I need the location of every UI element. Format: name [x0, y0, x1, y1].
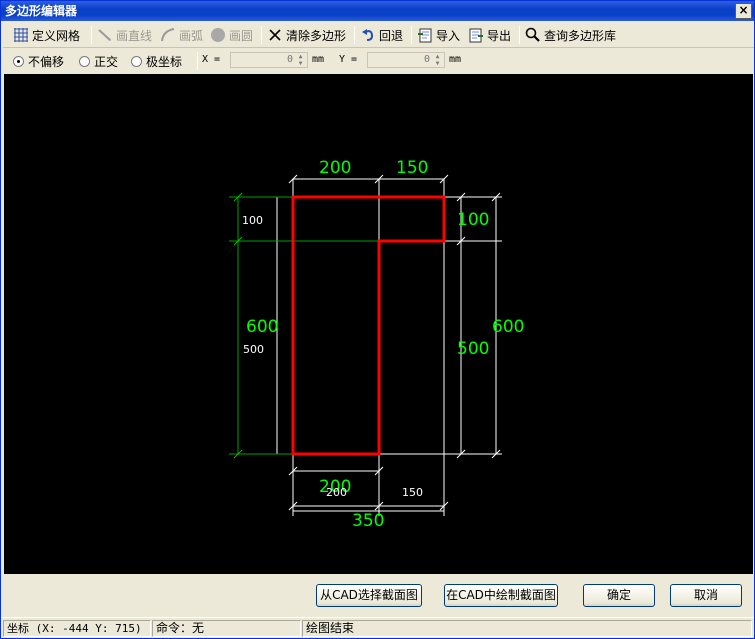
line-icon — [97, 27, 113, 43]
action-bar: 从CAD选择截面图 在CAD中绘制截面图 确定 取消 — [1, 575, 754, 617]
drawing-svg: 200 150 100 600 500 600 200 350 100 500 … — [229, 158, 524, 531]
x-value: 0 — [286, 54, 293, 65]
export-label: 导出 — [487, 28, 512, 43]
draw-arc-button[interactable]: 画弧 — [160, 25, 203, 45]
status-message: 绘图结束 — [302, 620, 752, 637]
dim-label-top-left: 200 — [319, 158, 351, 178]
draw-line-label: 画直线 — [116, 28, 153, 43]
query-polygon-library-label: 查询多边形库 — [544, 28, 617, 43]
title-bar: 多边形编辑器 × — [1, 1, 754, 21]
define-grid-label: 定义网格 — [32, 28, 81, 43]
import-button[interactable]: 导入 — [417, 25, 460, 45]
y-label: Y = — [339, 54, 358, 65]
dim-label-right-large: 600 — [492, 317, 524, 337]
snap-polar-radio[interactable]: 极坐标 — [131, 53, 182, 70]
draw-line-button[interactable]: 画直线 — [97, 25, 152, 45]
query-polygon-library-button[interactable]: 查询多边形库 — [525, 25, 616, 45]
x-label: X = — [202, 54, 221, 65]
dim-label-top-right: 150 — [396, 158, 428, 178]
radio-indicator — [131, 56, 142, 67]
radio-indicator — [79, 56, 90, 67]
dim-label-left-small: 100 — [242, 214, 263, 227]
clear-icon — [267, 27, 283, 43]
draw-arc-label: 画弧 — [179, 28, 204, 43]
toolbar-separator — [197, 52, 198, 70]
dim-label-right-mid: 500 — [457, 339, 489, 359]
import-label: 导入 — [436, 28, 461, 43]
y-input[interactable]: 0 ▲ ▼ — [367, 52, 445, 68]
undo-button[interactable]: 回退 — [360, 25, 403, 45]
undo-label: 回退 — [379, 28, 404, 43]
clear-polygon-label: 清除多边形 — [286, 28, 347, 43]
x-input[interactable]: 0 ▲ ▼ — [230, 52, 308, 68]
snap-none-label: 不偏移 — [28, 55, 65, 69]
polygon-outline[interactable] — [291, 195, 446, 456]
snap-ortho-radio[interactable]: 正交 — [79, 53, 118, 70]
dim-label-bottom-right-white: 150 — [402, 486, 423, 499]
y-unit: mm — [449, 54, 462, 65]
snap-toolbar: 不偏移 正交 极坐标 X = 0 ▲ ▼ mm Y = 0 ▲ ▼ mm — [3, 49, 754, 73]
undo-icon — [360, 27, 376, 43]
status-command: 命令：无 — [152, 620, 301, 637]
export-icon — [468, 27, 484, 43]
drawing-canvas[interactable]: 200 150 100 600 500 600 200 350 100 500 … — [4, 74, 753, 574]
close-button[interactable]: × — [735, 3, 752, 19]
draw-circle-button[interactable]: 画圆 — [210, 25, 253, 45]
spin-arrows-icon[interactable]: ▲ ▼ — [432, 53, 443, 67]
draw-circle-label: 画圆 — [229, 28, 254, 43]
draw-in-cad-button[interactable]: 在CAD中绘制截面图 — [444, 584, 558, 607]
dim-label-bottom-stem-white: 200 — [326, 486, 347, 499]
toolbar-separator — [519, 26, 520, 44]
dim-label-bottom-total: 350 — [352, 511, 384, 531]
spin-arrows-icon[interactable]: ▲ ▼ — [295, 53, 306, 67]
grid-icon — [13, 27, 29, 43]
toolbar-separator — [411, 26, 412, 44]
main-toolbar: 定义网格 画直线 画弧 画圆 清除多边形 回退 导入 导出 查询多边形库 — [3, 23, 754, 48]
export-button[interactable]: 导出 — [468, 25, 511, 45]
define-grid-button[interactable]: 定义网格 — [13, 25, 80, 45]
status-coordinates: 坐标 (X: -444 Y: 715) — [3, 620, 151, 637]
snap-polar-label: 极坐标 — [146, 55, 183, 69]
ok-button[interactable]: 确定 — [583, 584, 655, 607]
toolbar-separator — [354, 26, 355, 44]
toolbar-separator — [91, 26, 92, 44]
snap-none-radio[interactable]: 不偏移 — [13, 53, 64, 70]
cancel-button[interactable]: 取消 — [670, 584, 742, 607]
polygon-editor-window: 多边形编辑器 × 定义网格 画直线 画弧 画圆 清除多边形 回退 导入 导出 查… — [0, 0, 755, 639]
radio-indicator — [13, 56, 24, 67]
dim-label-left-large: 600 — [246, 317, 278, 337]
arc-icon — [160, 27, 176, 43]
y-value: 0 — [423, 54, 430, 65]
dim-label-right-small: 100 — [457, 210, 489, 230]
dim-label-left-mid: 500 — [243, 343, 264, 356]
snap-ortho-label: 正交 — [94, 55, 119, 69]
window-title: 多边形编辑器 — [5, 4, 78, 18]
clear-polygon-button[interactable]: 清除多边形 — [267, 25, 346, 45]
toolbar-separator — [261, 26, 262, 44]
close-icon: × — [738, 3, 749, 17]
import-icon — [417, 27, 433, 43]
circle-icon — [210, 27, 226, 43]
select-from-cad-button[interactable]: 从CAD选择截面图 — [316, 584, 422, 607]
x-unit: mm — [312, 54, 325, 65]
search-icon — [525, 27, 541, 43]
status-bar: 坐标 (X: -444 Y: 715) 命令：无 绘图结束 — [1, 617, 754, 638]
